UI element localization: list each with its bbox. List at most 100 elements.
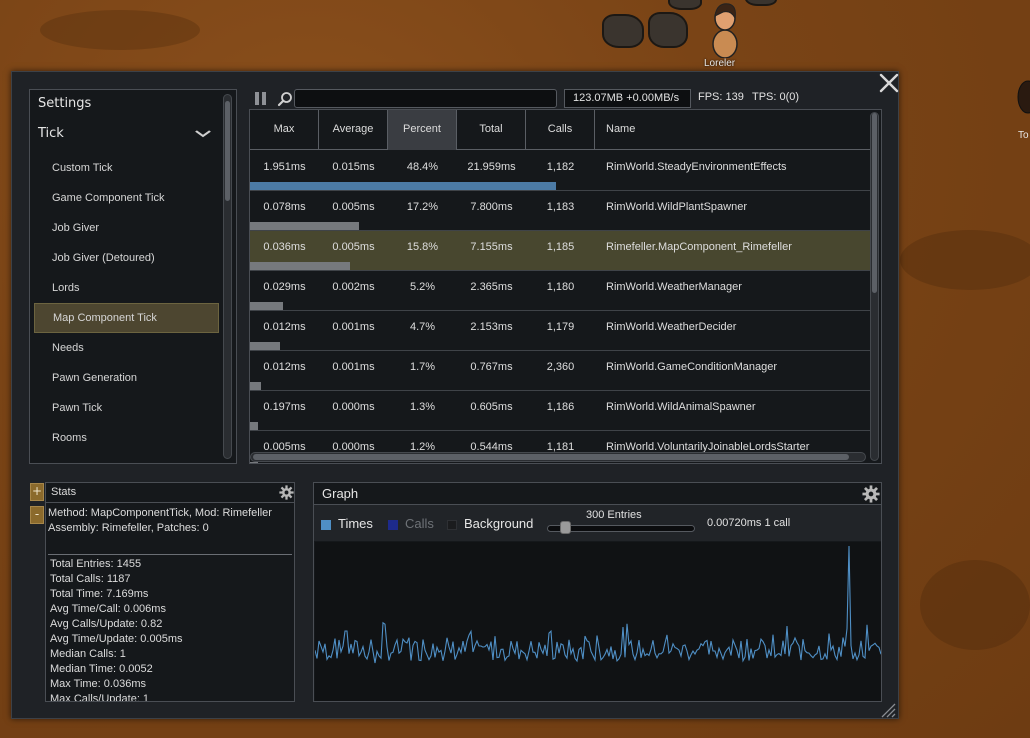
- cell-max: 0.197ms: [263, 401, 306, 413]
- cell-calls: 2,360: [546, 361, 575, 373]
- graph-panel: Graph Times Calls Background 300 Entries…: [313, 482, 882, 702]
- cell-total: 0.605ms: [470, 401, 513, 413]
- column-header-calls[interactable]: Calls: [526, 110, 595, 150]
- terrain-patch: [900, 230, 1030, 290]
- graph-legend: Times Calls Background 300 Entries 0.007…: [314, 505, 881, 541]
- graph-title: Graph: [322, 486, 359, 501]
- settings-item[interactable]: Rooms: [34, 423, 219, 453]
- colonist-pawn[interactable]: [1014, 75, 1030, 135]
- percent-bar: [250, 342, 280, 350]
- rock-chunk[interactable]: [668, 0, 702, 10]
- gear-icon[interactable]: [279, 485, 294, 500]
- settings-item[interactable]: Needs: [34, 333, 219, 363]
- column-header-total[interactable]: Total: [457, 110, 526, 150]
- stat-line: Median Time: 0.0052: [50, 663, 153, 675]
- cell-percent: 1.7%: [409, 361, 436, 373]
- legend-swatch-calls[interactable]: [388, 520, 398, 530]
- table-row[interactable]: 0.078ms 0.005ms 17.2% 7.800ms 1,183 RimWorld.…: [250, 191, 870, 231]
- cell-avg: 0.000ms: [332, 401, 375, 413]
- gear-icon[interactable]: [862, 485, 880, 503]
- chevron-down-icon[interactable]: [195, 128, 212, 138]
- cell-percent: 1.3%: [409, 401, 436, 413]
- rock-chunk[interactable]: [648, 12, 688, 48]
- cell-calls: 1,182: [546, 161, 575, 173]
- percent-bar: [250, 182, 556, 190]
- legend-label-times[interactable]: Times: [338, 516, 373, 531]
- settings-item[interactable]: Map Component Tick: [34, 303, 219, 333]
- stats-title: Stats: [51, 486, 77, 498]
- cell-name: Rimefeller.MapComponent_Rimefeller: [606, 241, 792, 253]
- pawn-name-label: To: [1018, 130, 1029, 141]
- graph-readout: 0.00720ms 1 call: [707, 517, 791, 529]
- table-row[interactable]: 1.951ms 0.015ms 48.4% 21.959ms 1,182 RimWorld…: [250, 151, 870, 191]
- legend-label-calls[interactable]: Calls: [405, 516, 434, 531]
- legend-swatch-times[interactable]: [321, 520, 331, 530]
- graph-plot[interactable]: [315, 542, 881, 701]
- table-row[interactable]: 0.036ms 0.005ms 15.8% 7.155ms 1,185 Rimefelle…: [250, 231, 870, 271]
- table-row[interactable]: 0.197ms 0.000ms 1.3% 0.605ms 1,186 RimWorld.W…: [250, 391, 870, 431]
- cell-total: 7.155ms: [470, 241, 513, 253]
- entries-slider-label: 300 Entries: [586, 509, 642, 521]
- legend-swatch-background[interactable]: [447, 520, 457, 530]
- cell-avg: 0.002ms: [332, 281, 375, 293]
- cell-calls: 1,180: [546, 281, 575, 293]
- table-body: 1.951ms 0.015ms 48.4% 21.959ms 1,182 RimWorld…: [250, 151, 870, 463]
- cell-calls: 1,186: [546, 401, 575, 413]
- profiler-window: Settings Tick Custom Tick Game Component …: [11, 71, 899, 719]
- stats-panel: Stats Method: MapComponentTick, Mod: Rim…: [45, 482, 295, 702]
- search-icon[interactable]: [277, 91, 293, 107]
- percent-bar: [250, 262, 350, 270]
- settings-item[interactable]: Pawn Tick: [34, 393, 219, 423]
- entries-slider-handle[interactable]: [559, 521, 571, 534]
- stat-line: Avg Time/Update: 0.005ms: [50, 633, 183, 645]
- cell-name: RimWorld.WildPlantSpawner: [606, 201, 748, 213]
- settings-item[interactable]: Job Giver: [34, 213, 219, 243]
- table-horizontal-scrollbar[interactable]: [250, 452, 866, 462]
- cell-avg: 0.001ms: [332, 361, 375, 373]
- cell-calls: 1,183: [546, 201, 575, 213]
- colonist-pawn[interactable]: [707, 0, 743, 58]
- pawn-name-label: Loreler: [704, 58, 736, 69]
- settings-item[interactable]: Job Giver (Detoured): [34, 243, 219, 273]
- stats-assembly-line: Assembly: Rimefeller, Patches: 0: [48, 522, 209, 534]
- expand-button[interactable]: +: [30, 483, 44, 501]
- cell-percent: 5.2%: [409, 281, 436, 293]
- collapse-button[interactable]: -: [30, 506, 44, 524]
- table-vertical-scrollbar[interactable]: [870, 112, 879, 461]
- column-header-max[interactable]: Max: [250, 110, 319, 150]
- percent-bar: [250, 422, 259, 430]
- category-dropdown-label[interactable]: Tick: [38, 126, 64, 141]
- scrollbar-thumb[interactable]: [253, 454, 849, 460]
- cell-total: 2.365ms: [470, 281, 513, 293]
- cell-total: 2.153ms: [470, 321, 513, 333]
- cell-name: RimWorld.WildAnimalSpawner: [606, 401, 756, 413]
- settings-item[interactable]: Game Component Tick: [34, 183, 219, 213]
- scrollbar-thumb[interactable]: [872, 113, 877, 293]
- rock-chunk[interactable]: [602, 14, 644, 48]
- settings-scrollbar[interactable]: [223, 94, 232, 459]
- column-header-average[interactable]: Average: [319, 110, 388, 150]
- legend-label-background[interactable]: Background: [464, 516, 533, 531]
- scrollbar-thumb[interactable]: [225, 101, 230, 201]
- search-input[interactable]: [294, 89, 557, 108]
- fps-readout: FPS: 139: [698, 91, 744, 103]
- settings-item[interactable]: Lords: [34, 273, 219, 303]
- table-row[interactable]: 0.029ms 0.002ms 5.2% 2.365ms 1,180 RimWorld.W…: [250, 271, 870, 311]
- stat-line: Total Entries: 1455: [50, 558, 142, 570]
- resize-handle-icon[interactable]: [880, 702, 896, 718]
- table-row[interactable]: 0.012ms 0.001ms 1.7% 0.767ms 2,360 RimWorld.G…: [250, 351, 870, 391]
- column-header-name[interactable]: Name: [595, 110, 870, 150]
- close-button[interactable]: [878, 72, 900, 94]
- column-header-percent[interactable]: Percent: [388, 110, 457, 150]
- cell-max: 0.012ms: [263, 321, 306, 333]
- cell-max: 0.078ms: [263, 201, 306, 213]
- pause-icon[interactable]: [255, 92, 269, 106]
- rock-chunk[interactable]: [745, 0, 777, 6]
- settings-item[interactable]: Custom Tick: [34, 153, 219, 183]
- settings-item[interactable]: Pawn Generation: [34, 363, 219, 393]
- times-series-line: [315, 545, 881, 664]
- cell-name: RimWorld.GameConditionManager: [606, 361, 777, 373]
- cell-percent: 4.7%: [409, 321, 436, 333]
- table-row[interactable]: 0.012ms 0.001ms 4.7% 2.153ms 1,179 RimWorld.W…: [250, 311, 870, 351]
- cell-avg: 0.015ms: [332, 161, 375, 173]
